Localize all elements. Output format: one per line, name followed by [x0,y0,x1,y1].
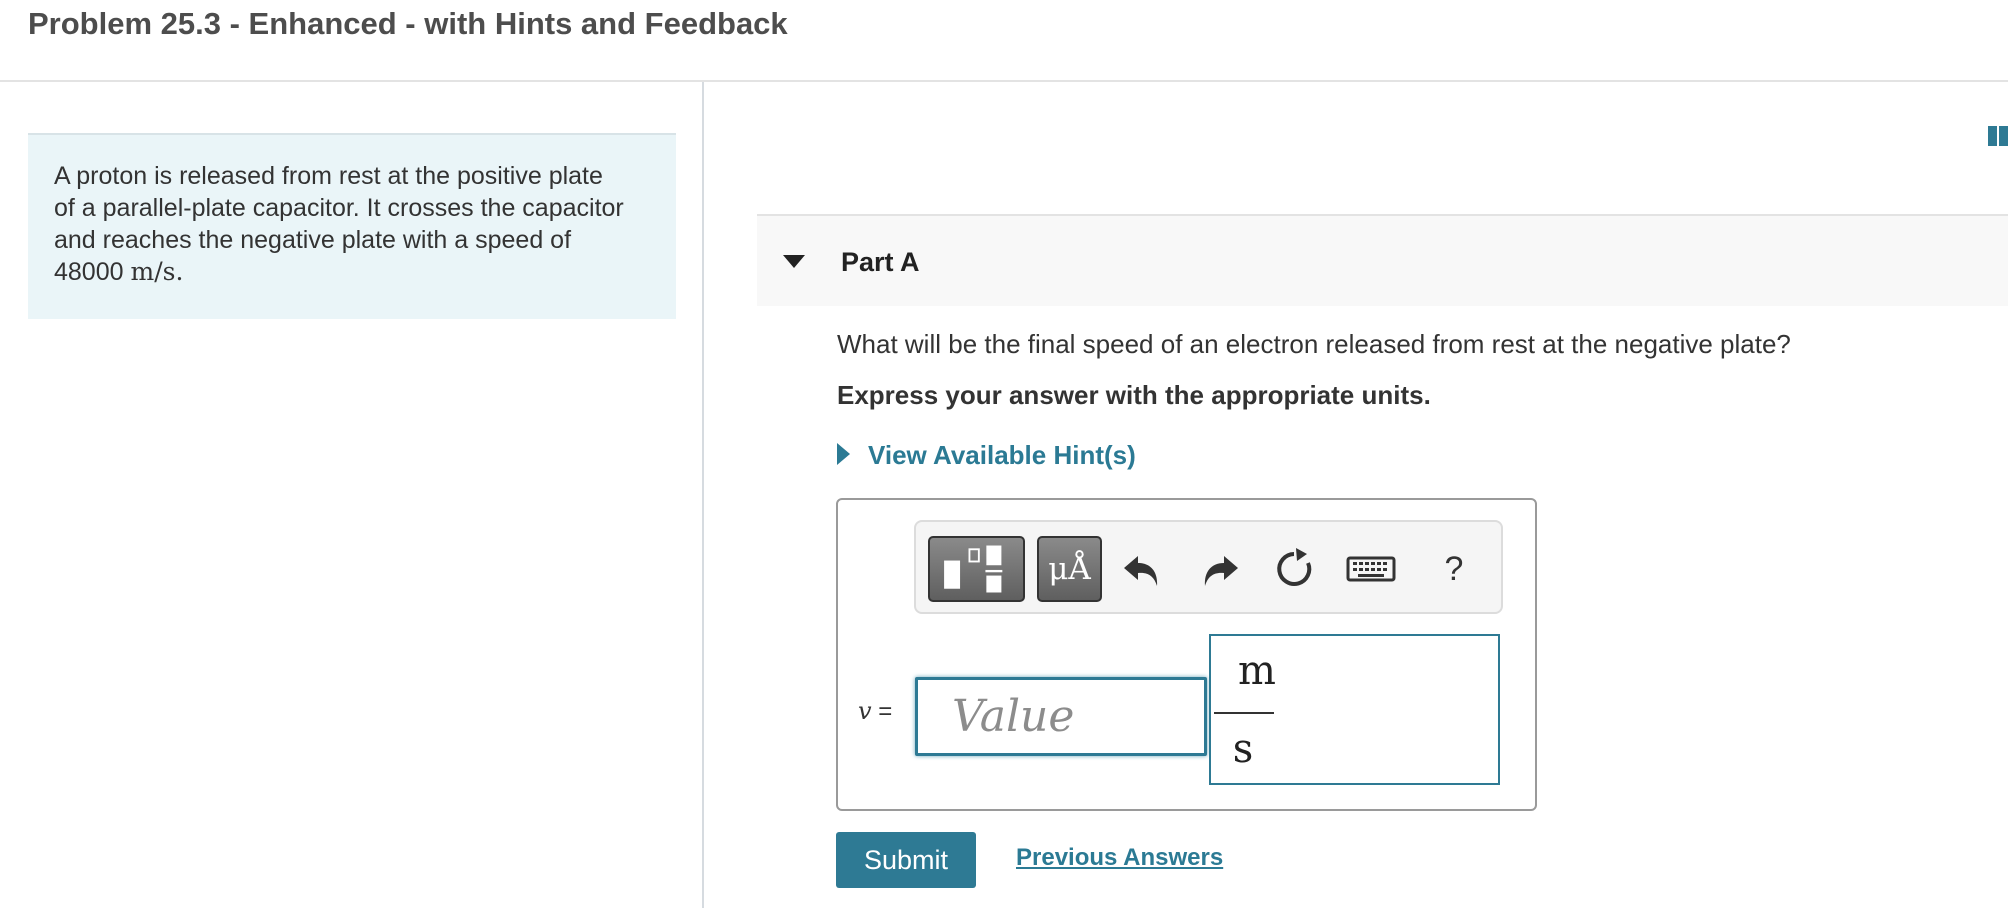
page-title: Problem 25.3 - Enhanced - with Hints and… [28,6,788,41]
sentence-period: . [175,257,184,286]
problem-text-line-4: 48000 m/s. [54,256,656,288]
variable-label: v = [858,694,892,729]
fraction-bar [1214,712,1274,714]
column-divider [702,82,704,908]
submit-button[interactable]: Submit [836,832,976,888]
problem-text-line-1: A proton is released from rest at the po… [54,162,603,190]
caret-down-icon[interactable] [783,255,805,268]
undo-icon[interactable] [1116,542,1170,596]
view-hints-link[interactable]: View Available Hint(s) [868,438,1136,472]
part-label[interactable]: Part A [841,244,920,280]
equals-sign: = [878,698,893,725]
instruction-text: Express your answer with the appropriate… [837,380,1431,410]
help-button[interactable]: ? [1427,542,1481,596]
redo-icon[interactable] [1192,542,1246,596]
problem-text-line-2: of a parallel-plate capacitor. It crosse… [54,194,624,222]
value-input[interactable] [915,677,1207,756]
question-text: What will be the final speed of an elect… [837,329,1791,359]
header-divider [0,80,2008,82]
math-toolbar: μÅ ? [914,520,1503,614]
templates-icon [944,545,1003,593]
reset-icon[interactable] [1267,542,1321,596]
units-button[interactable]: μÅ [1037,536,1102,602]
speed-unit: m/s [130,257,176,286]
caret-right-icon[interactable] [837,443,850,465]
problem-text-line-3: and reaches the negative plate with a sp… [54,226,572,254]
speed-value: 48000 [54,258,124,286]
keyboard-icon[interactable] [1344,542,1398,596]
book-icon[interactable] [1988,126,2008,146]
unit-denominator: s [1232,726,1254,772]
part-header[interactable] [757,216,2008,306]
previous-answers-link[interactable]: Previous Answers [1016,841,1223,875]
unit-numerator: m [1238,648,1276,694]
variable-symbol: v [858,697,872,725]
units-input[interactable]: m s [1209,634,1500,785]
problem-statement: A proton is released from rest at the po… [28,133,676,319]
templates-button[interactable] [928,536,1025,602]
